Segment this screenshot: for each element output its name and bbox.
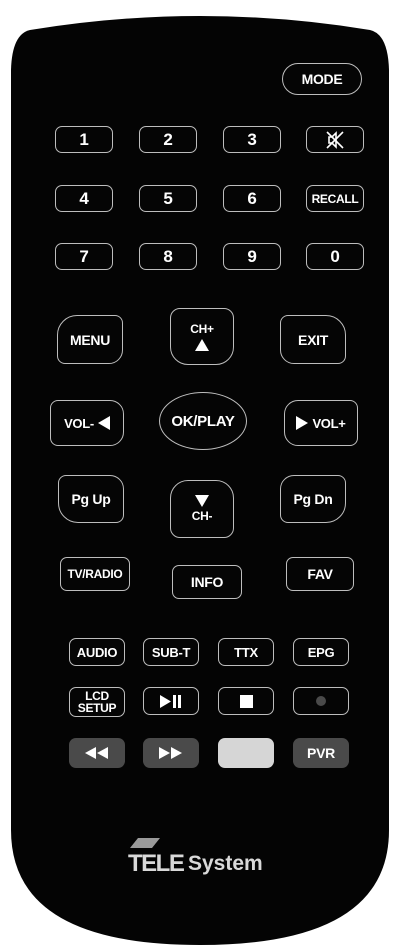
brand-tele: TELE	[128, 850, 185, 877]
info-button[interactable]: INFO	[172, 565, 242, 599]
blank-button[interactable]	[218, 738, 274, 768]
rewind-button[interactable]	[69, 738, 125, 768]
channel-up-button[interactable]: CH+	[170, 308, 234, 365]
exit-button[interactable]: EXIT	[280, 315, 346, 364]
channel-down-button[interactable]: CH-	[170, 480, 234, 538]
arrow-down-icon	[195, 495, 209, 507]
subtitle-button[interactable]: SUB-T	[143, 638, 199, 666]
digit-7-button[interactable]: 7	[55, 243, 113, 270]
digit-6-button[interactable]: 6	[223, 185, 281, 212]
arrow-right-icon	[296, 416, 309, 430]
mute-button[interactable]	[306, 126, 364, 153]
record-button[interactable]	[293, 687, 349, 715]
brand-logo: TELE System	[128, 838, 298, 882]
audio-button[interactable]: AUDIO	[69, 638, 125, 666]
arrow-left-icon	[97, 416, 110, 430]
digit-1-button[interactable]: 1	[55, 126, 113, 153]
digit-5-button[interactable]: 5	[139, 185, 197, 212]
page-down-button[interactable]: Pg Dn	[280, 475, 346, 523]
pvr-button[interactable]: PVR	[293, 738, 349, 768]
fast-forward-icon	[159, 747, 182, 759]
remote-control: MODE 1 2 3 4 5 6 RECALL 7 8 9 0 MENU CH+…	[10, 10, 390, 945]
brand-system: System	[188, 852, 263, 875]
menu-button[interactable]: MENU	[57, 315, 123, 364]
volume-up-button[interactable]: VOL+	[284, 400, 358, 446]
volume-down-button[interactable]: VOL-	[50, 400, 124, 446]
play-pause-icon	[160, 694, 181, 708]
rewind-icon	[85, 747, 108, 759]
stop-button[interactable]	[218, 687, 274, 715]
arrow-up-icon	[195, 338, 209, 351]
digit-9-button[interactable]: 9	[223, 243, 281, 270]
digit-8-button[interactable]: 8	[139, 243, 197, 270]
recall-button[interactable]: RECALL	[306, 185, 364, 212]
mute-speaker-icon	[326, 130, 344, 149]
fast-forward-button[interactable]	[143, 738, 199, 768]
digit-3-button[interactable]: 3	[223, 126, 281, 153]
fav-button[interactable]: FAV	[286, 557, 354, 591]
play-pause-button[interactable]	[143, 687, 199, 715]
record-icon	[316, 696, 326, 706]
digit-4-button[interactable]: 4	[55, 185, 113, 212]
stop-icon	[239, 694, 253, 708]
tv-radio-button[interactable]: TV/RADIO	[60, 557, 130, 591]
lcd-setup-button[interactable]: LCD SETUP	[69, 687, 125, 717]
ok-play-button[interactable]: OK/PLAY	[159, 392, 247, 450]
epg-button[interactable]: EPG	[293, 638, 349, 666]
mode-button[interactable]: MODE	[282, 63, 362, 95]
page-up-button[interactable]: Pg Up	[58, 475, 124, 523]
digit-0-button[interactable]: 0	[306, 243, 364, 270]
digit-2-button[interactable]: 2	[139, 126, 197, 153]
teletext-button[interactable]: TTX	[218, 638, 274, 666]
logo-mark-icon	[130, 838, 160, 848]
